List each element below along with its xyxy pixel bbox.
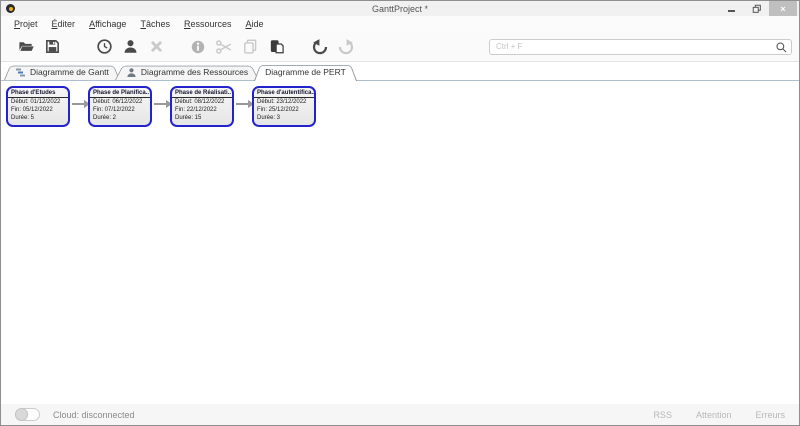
- pert-node-duration: Durée: 15: [175, 115, 202, 121]
- close-button[interactable]: ×: [769, 1, 797, 16]
- open-folder-icon: [18, 42, 34, 51]
- restore-button[interactable]: [744, 1, 769, 16]
- minimize-button[interactable]: [719, 1, 744, 16]
- menu-bar: Projet Éditer Affichage Tâches Ressource…: [1, 16, 799, 32]
- search-input[interactable]: [489, 38, 792, 55]
- pert-node-phase-etudes[interactable]: Phase d'Etudes Début: 01/12/2022 Fin: 05…: [6, 86, 70, 127]
- cloud-status-label: Cloud: disconnected: [53, 409, 135, 420]
- redo-icon: [338, 38, 354, 54]
- save-floppy-icon: [45, 40, 59, 53]
- window-controls: ×: [719, 1, 799, 16]
- pert-node-start: Début: 08/12/2022: [175, 99, 225, 105]
- properties-button[interactable]: [185, 34, 211, 60]
- delete-x-icon: [150, 41, 162, 52]
- menu-affichage[interactable]: Affichage: [82, 17, 133, 31]
- clock-icon: [96, 39, 112, 54]
- menu-aide[interactable]: Aide: [239, 17, 271, 31]
- open-project-button[interactable]: [13, 34, 39, 60]
- copy-icon: [243, 39, 256, 54]
- pert-node-title: Phase de Planifica..: [90, 88, 150, 98]
- delete-button[interactable]: [143, 34, 169, 60]
- status-right-group: RSS Attention Erreurs: [653, 410, 785, 420]
- pert-arrow-3: [236, 100, 254, 108]
- redo-button[interactable]: [333, 34, 359, 60]
- pert-arrow-2: [154, 100, 172, 108]
- attention-button[interactable]: Attention: [696, 410, 732, 420]
- status-bar: Cloud: disconnected RSS Attention Erreur…: [1, 404, 799, 425]
- tab-pert-label: Diagramme de PERT: [265, 67, 346, 77]
- tab-pert-chart[interactable]: Diagramme de PERT: [254, 63, 357, 81]
- app-logo-icon: [6, 4, 15, 13]
- search-icon: [776, 41, 787, 53]
- title-bar: GanttProject * ×: [1, 1, 799, 16]
- restore-icon: [752, 4, 761, 13]
- person-icon: [124, 40, 136, 53]
- window-title: GanttProject *: [371, 3, 429, 14]
- pert-node-duration: Durée: 2: [93, 115, 117, 121]
- pert-node-start: Début: 01/12/2022: [11, 99, 61, 105]
- errors-button[interactable]: Erreurs: [755, 410, 785, 420]
- search-container: [489, 38, 792, 55]
- copy-button[interactable]: [237, 34, 263, 60]
- pert-node-title: Phase de Réalisati..: [172, 88, 232, 98]
- cut-button[interactable]: [211, 34, 237, 60]
- new-resource-button[interactable]: [117, 34, 143, 60]
- time-button[interactable]: [91, 34, 117, 60]
- resources-person-icon: [127, 67, 136, 77]
- cloud-toggle-knob: [15, 408, 28, 421]
- minimize-icon: [728, 10, 735, 12]
- tab-gantt-label: Diagramme de Gantt: [30, 67, 109, 77]
- rss-button[interactable]: RSS: [653, 410, 672, 420]
- undo-button[interactable]: [307, 34, 333, 60]
- pert-node-start: Début: 06/12/2022: [93, 99, 143, 105]
- paste-button[interactable]: [263, 34, 289, 60]
- pert-node-phase-planification[interactable]: Phase de Planifica.. Début: 06/12/2022 F…: [88, 86, 152, 127]
- pert-node-end: Fin: 25/12/2022: [257, 107, 299, 113]
- pert-node-duration: Durée: 5: [11, 115, 35, 121]
- pert-node-phase-autentification[interactable]: Phase d'autentifica.. Début: 23/12/2022 …: [252, 86, 316, 127]
- tab-gantt-chart[interactable]: Diagramme de Gantt: [4, 64, 120, 80]
- pert-node-start: Début: 23/12/2022: [257, 99, 307, 105]
- gantt-chart-icon: [16, 68, 25, 76]
- toolbar: [1, 32, 799, 62]
- menu-projet[interactable]: Projet: [7, 17, 45, 31]
- paste-icon: [270, 40, 284, 54]
- undo-icon: [312, 38, 328, 54]
- pert-node-title: Phase d'autentifica..: [254, 88, 314, 98]
- pert-arrow-1: [72, 100, 90, 108]
- scissors-icon: [216, 39, 232, 54]
- pert-node-title: Phase d'Etudes: [8, 88, 68, 98]
- pert-node-end: Fin: 07/12/2022: [93, 107, 135, 113]
- menu-ressources[interactable]: Ressources: [177, 17, 239, 31]
- cloud-toggle[interactable]: [15, 408, 40, 421]
- pert-node-phase-realisation[interactable]: Phase de Réalisati.. Début: 08/12/2022 F…: [170, 86, 234, 127]
- app-window: GanttProject * × Projet Éditer Affichage…: [0, 0, 800, 426]
- chart-tab-bar: Diagramme de Gantt Diagramme des Ressour…: [1, 62, 799, 81]
- save-project-button[interactable]: [39, 34, 65, 60]
- pert-node-end: Fin: 05/12/2022: [11, 107, 53, 113]
- info-icon: [191, 40, 205, 53]
- menu-taches[interactable]: Tâches: [133, 17, 177, 31]
- pert-node-duration: Durée: 3: [257, 115, 281, 121]
- pert-diagram-canvas[interactable]: Phase d'Etudes Début: 01/12/2022 Fin: 05…: [1, 81, 799, 404]
- menu-editer[interactable]: Éditer: [45, 17, 83, 31]
- tab-resources-label: Diagramme des Ressources: [140, 67, 249, 77]
- tab-resources-chart[interactable]: Diagramme des Ressources: [115, 64, 259, 80]
- pert-node-end: Fin: 22/12/2022: [175, 107, 217, 113]
